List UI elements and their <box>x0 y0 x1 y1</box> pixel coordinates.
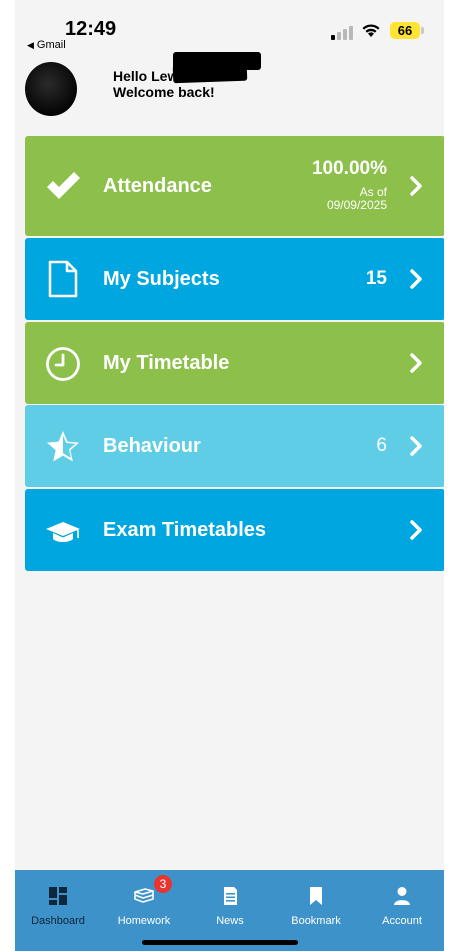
battery-icon: 66 <box>390 22 420 39</box>
attendance-percent: 100.00% <box>311 158 387 179</box>
star-icon <box>47 431 79 462</box>
nav-dashboard[interactable]: Dashboard <box>15 870 101 930</box>
cellular-signal-icon <box>331 26 355 40</box>
behaviour-label: Behaviour <box>103 435 201 457</box>
wifi-icon <box>362 24 380 37</box>
nav-news[interactable]: News <box>187 870 273 930</box>
homework-badge: 3 <box>154 875 172 893</box>
as-of-date: 09/09/2025 <box>326 198 387 212</box>
my-timetable-label: My Timetable <box>103 352 230 374</box>
checkmark-icon <box>47 172 80 199</box>
my-subjects-card[interactable]: My Subjects 15 <box>25 238 444 320</box>
user-icon <box>394 887 410 905</box>
newspaper-icon <box>224 887 237 905</box>
chevron-right-icon <box>410 520 422 540</box>
chevron-right-icon <box>410 176 422 196</box>
document-icon <box>48 260 78 298</box>
nav-account[interactable]: Account <box>359 870 444 930</box>
welcome-text: Welcome back! <box>113 84 215 100</box>
my-subjects-label: My Subjects <box>103 268 220 290</box>
exam-timetables-label: Exam Timetables <box>103 519 267 541</box>
nav-account-label: Account <box>382 915 422 927</box>
chevron-right-icon <box>410 353 422 373</box>
nav-bookmark[interactable]: Bookmark <box>273 870 359 930</box>
back-arrow-icon: ◀ <box>27 40 34 50</box>
nav-dashboard-label: Dashboard <box>31 915 85 927</box>
chevron-right-icon <box>410 436 422 456</box>
books-icon <box>134 888 154 903</box>
graduation-cap-icon <box>46 522 80 542</box>
avatar[interactable] <box>25 62 77 116</box>
nav-news-label: News <box>216 915 244 927</box>
behaviour-card[interactable]: Behaviour 6 <box>25 405 444 487</box>
app-screen: 12:49 ◀ Gmail 66 Hello Lew Welcome back! … <box>15 0 444 951</box>
nav-homework-label: Homework <box>117 915 171 927</box>
my-timetable-card[interactable]: My Timetable <box>25 322 444 404</box>
back-to-app-link[interactable]: ◀ Gmail <box>27 39 66 51</box>
bottom-nav: Dashboard 3 Homework News Bookmark Accou… <box>15 870 444 951</box>
battery-tip <box>421 27 424 34</box>
bookmark-icon <box>310 887 322 905</box>
clock-icon <box>46 347 80 381</box>
redaction-mark <box>172 62 248 84</box>
my-subjects-count: 15 <box>365 268 387 289</box>
exam-timetables-card[interactable]: Exam Timetables <box>25 489 444 571</box>
chevron-right-icon <box>410 269 422 289</box>
behaviour-count: 6 <box>376 435 387 456</box>
status-time: 12:49 <box>65 18 117 40</box>
attendance-card[interactable]: Attendance 100.00% As of 09/09/2025 <box>25 136 444 236</box>
nav-bookmark-label: Bookmark <box>291 915 341 927</box>
attendance-label: Attendance <box>103 175 212 197</box>
dashboard-icon <box>49 887 67 905</box>
nav-homework[interactable]: 3 Homework <box>101 870 187 930</box>
home-indicator[interactable] <box>142 940 298 945</box>
attendance-as-of: As of 09/09/2025 <box>327 186 387 212</box>
back-app-label: Gmail <box>36 39 66 51</box>
